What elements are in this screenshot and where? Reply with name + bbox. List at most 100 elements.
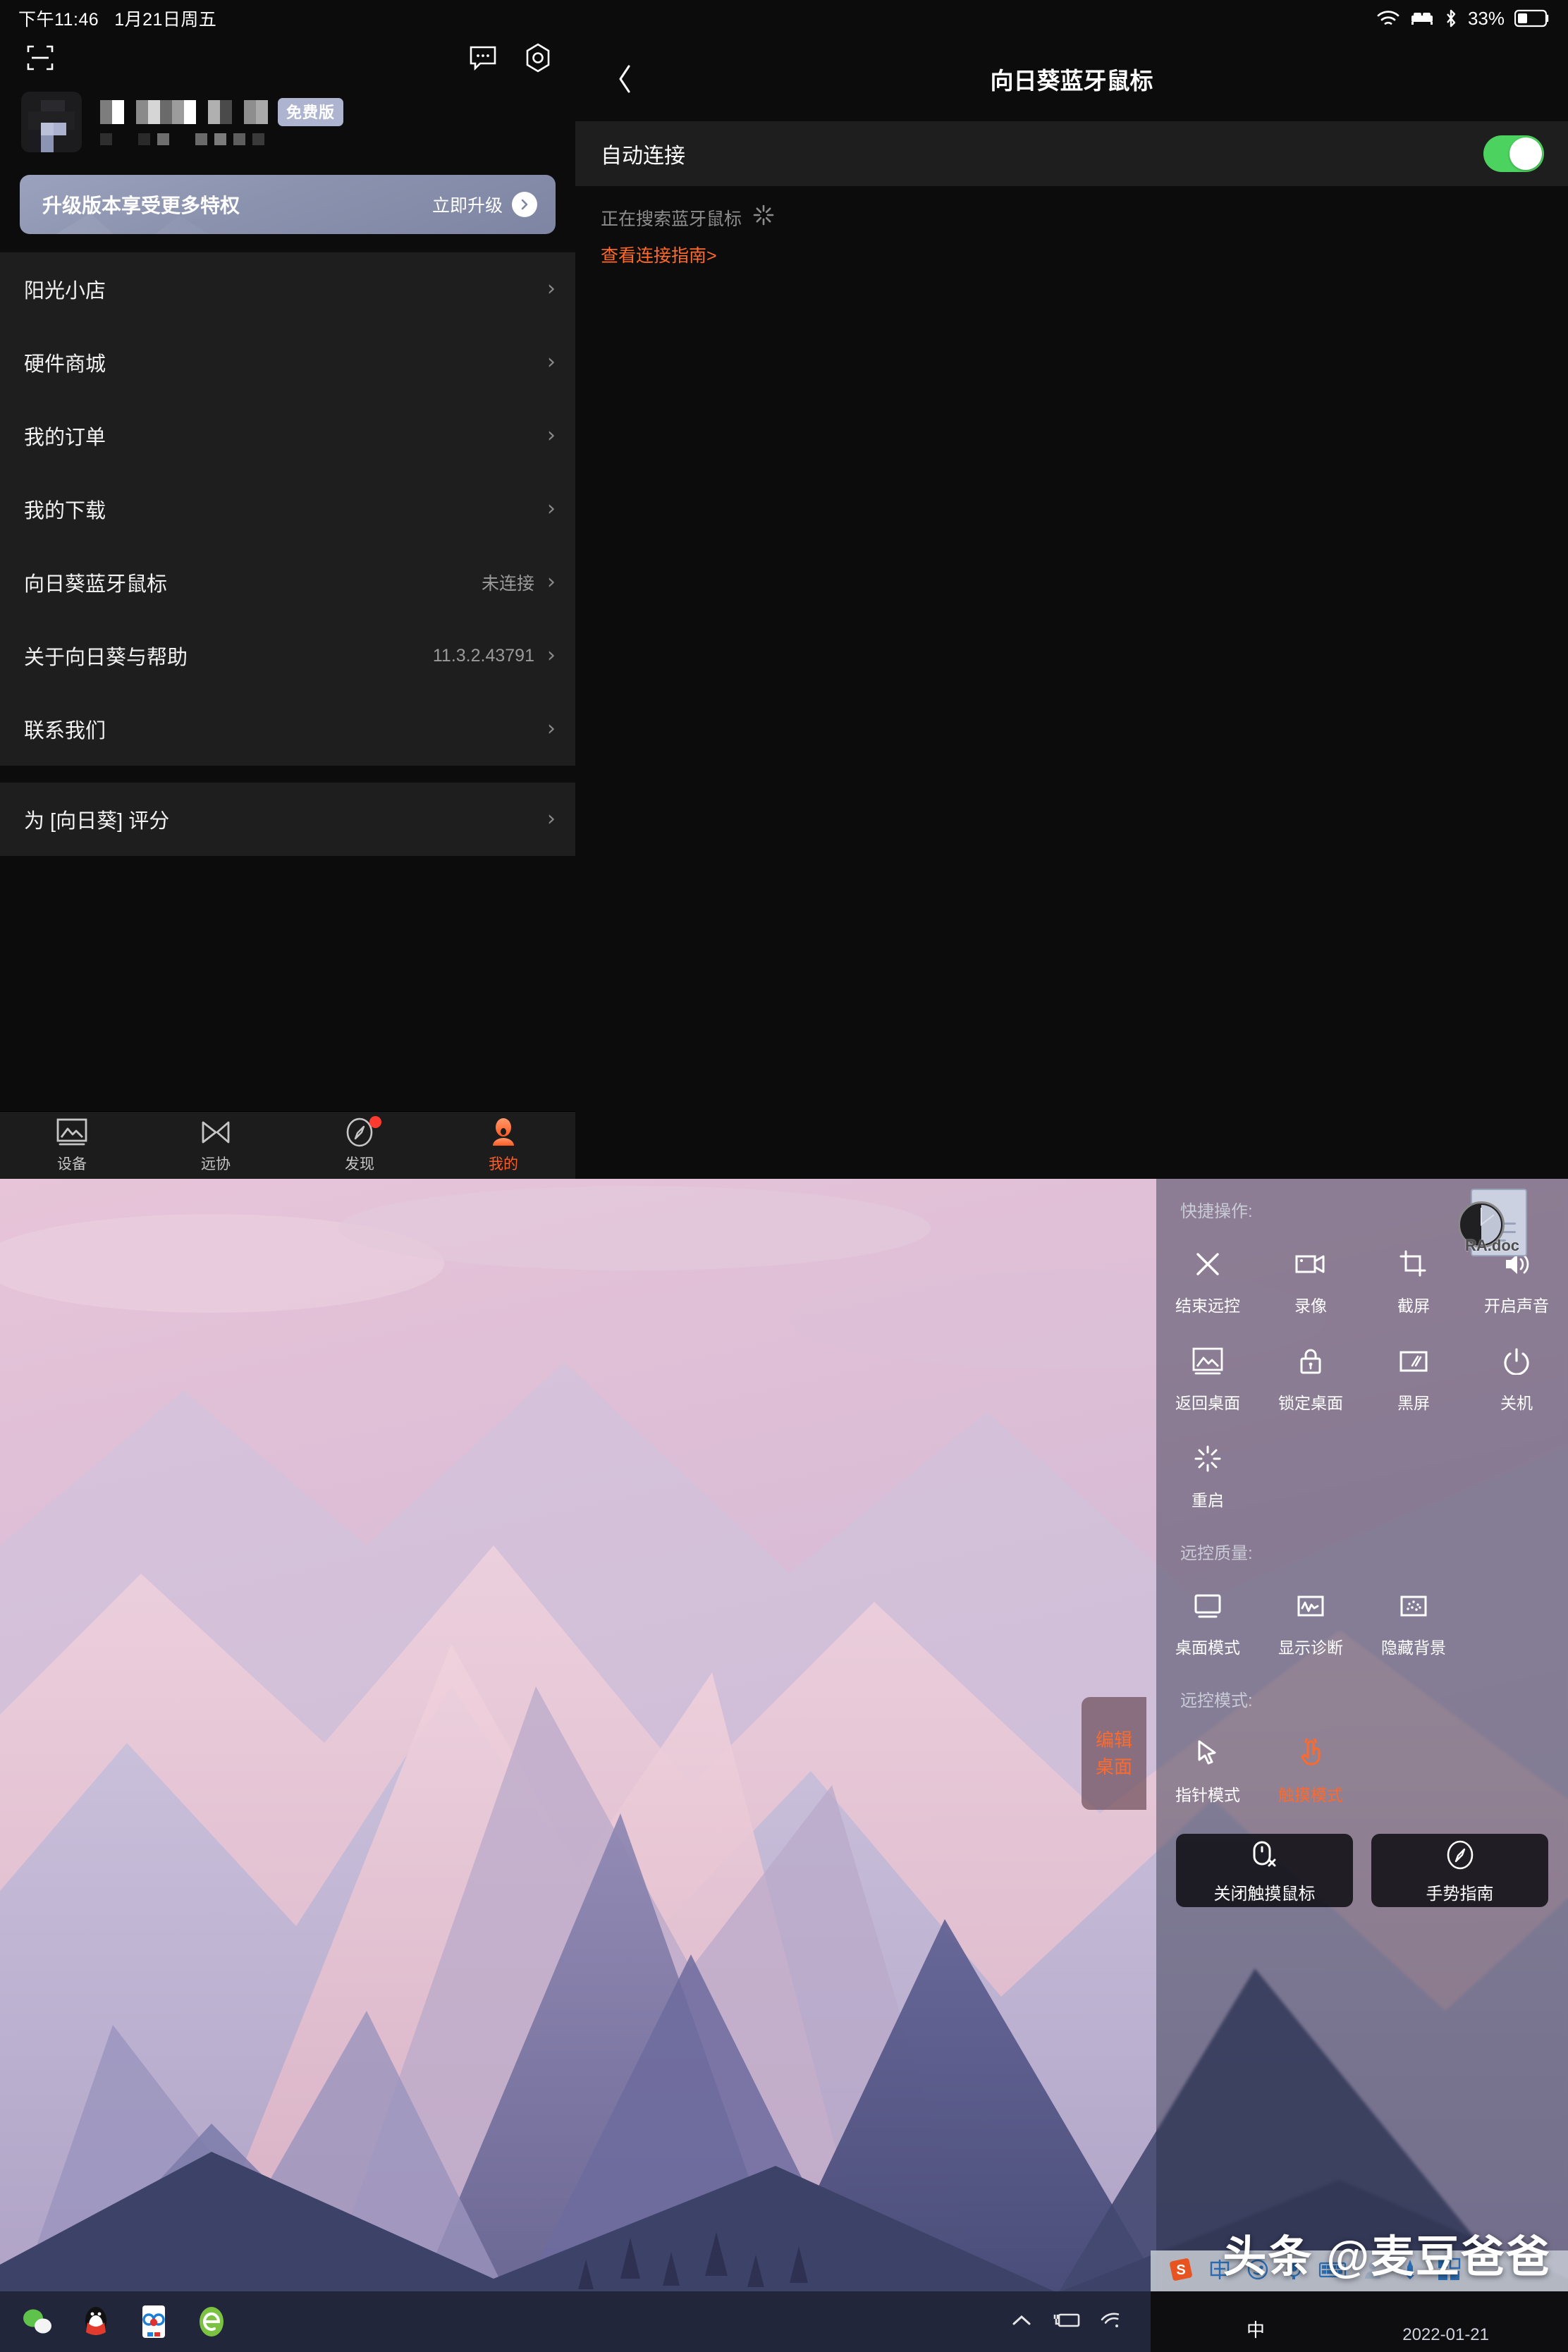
svg-text:S: S bbox=[1176, 2262, 1185, 2278]
sidebar-item-right: 11.3.2.43791 › bbox=[433, 645, 556, 666]
sidebar-item-label: 我的订单 bbox=[24, 427, 106, 449]
quality-option-0[interactable]: 桌面模式 bbox=[1156, 1576, 1259, 1674]
wifi-icon[interactable] bbox=[1100, 2311, 1122, 2333]
status-bar-right: 33% bbox=[1376, 8, 1550, 30]
waveform-icon bbox=[1297, 1588, 1324, 1624]
sidebar: 免费版 升级版本享受更多特权 立即升级 阳光小店 › 硬件商城 › 我的订单 ›… bbox=[0, 0, 575, 1179]
avatar[interactable] bbox=[21, 92, 82, 152]
chevron-left-icon[interactable] bbox=[604, 58, 646, 100]
tab-2[interactable]: 发现 bbox=[288, 1115, 431, 1174]
sidebar-item-menu_group_2-0[interactable]: 为 [向日葵] 评分 › bbox=[0, 783, 575, 856]
ebrowser-icon[interactable] bbox=[193, 2303, 230, 2340]
settings-hexagon-icon[interactable] bbox=[519, 39, 557, 77]
quick-action-1[interactable]: 录像 bbox=[1259, 1235, 1362, 1332]
power-icon bbox=[1504, 1343, 1529, 1380]
sidebar-item-right: › bbox=[547, 718, 556, 740]
quick-action-5[interactable]: 锁定桌面 bbox=[1259, 1332, 1362, 1429]
taskbar-date: 2022-01-21 bbox=[1402, 2325, 1489, 2344]
sidebar-item-menu_group_1-3[interactable]: 我的下载 › bbox=[0, 472, 575, 546]
sidebar-item-label: 为 [向日葵] 评分 bbox=[24, 810, 170, 833]
scan-icon[interactable] bbox=[21, 39, 59, 77]
upgrade-banner[interactable]: 升级版本享受更多特权 立即升级 bbox=[20, 175, 556, 234]
sidebar-item-menu_group_1-4[interactable]: 向日葵蓝牙鼠标 未连接 › bbox=[0, 546, 575, 619]
tab-1[interactable]: 远协 bbox=[144, 1117, 288, 1174]
sidebar-menu-group-2: 为 [向日葵] 评分 › bbox=[0, 783, 575, 856]
quick-action-label: 录像 bbox=[1294, 1297, 1327, 1315]
profile-section[interactable]: 免费版 bbox=[0, 79, 575, 171]
sidebar-item-right: 未连接 › bbox=[482, 570, 556, 595]
status-time: 下午11:46 bbox=[18, 10, 99, 30]
panel-button-1[interactable]: 手势指南 bbox=[1371, 1834, 1548, 1907]
sidebar-item-menu_group_1-2[interactable]: 我的订单 › bbox=[0, 399, 575, 472]
chevron-right-icon: › bbox=[547, 570, 556, 594]
restart-spinner-icon bbox=[1194, 1440, 1221, 1477]
sidebar-item-value: 11.3.2.43791 bbox=[432, 645, 534, 666]
wps-icon[interactable] bbox=[135, 2303, 172, 2340]
quick-action-label: 返回桌面 bbox=[1175, 1394, 1240, 1412]
mode-options-grid: 指针模式 触摸模式 bbox=[1156, 1724, 1568, 1821]
chevron-right-circle-icon bbox=[512, 192, 537, 217]
quality-option-label: 桌面模式 bbox=[1175, 1639, 1240, 1657]
sidebar-item-menu_group_1-0[interactable]: 阳光小店 › bbox=[0, 252, 575, 326]
chevron-right-icon: › bbox=[547, 276, 556, 301]
tab-3[interactable]: 我的 bbox=[431, 1117, 575, 1174]
qq-penguin-icon[interactable] bbox=[78, 2303, 114, 2340]
quality-option-2[interactable]: 隐藏背景 bbox=[1362, 1576, 1465, 1674]
compass-icon bbox=[1445, 1837, 1475, 1873]
edit-desktop-tab[interactable]: 编辑 桌面 bbox=[1082, 1697, 1146, 1810]
message-icon[interactable] bbox=[464, 39, 502, 77]
quick-action-label: 黑屏 bbox=[1397, 1394, 1430, 1412]
notification-badge bbox=[369, 1115, 381, 1128]
quick-action-2[interactable]: 截屏 bbox=[1362, 1235, 1465, 1332]
sidebar-toolbar-right bbox=[464, 39, 557, 77]
panel-buttons-row: 关闭触摸鼠标 手势指南 bbox=[1156, 1821, 1568, 1907]
loading-spinner-icon bbox=[753, 204, 774, 231]
sidebar-item-menu_group_1-6[interactable]: 联系我们 › bbox=[0, 692, 575, 766]
ime-indicator[interactable]: 中 bbox=[1247, 2316, 1265, 2342]
sidebar-item-menu_group_1-1[interactable]: 硬件商城 › bbox=[0, 326, 575, 399]
watermark: 头条 @麦豆爸爸 bbox=[1223, 2233, 1551, 2281]
mode-option-1[interactable]: 触摸模式 bbox=[1259, 1724, 1362, 1821]
auto-connect-label: 自动连接 bbox=[601, 145, 685, 168]
page-title: 向日葵蓝牙鼠标 bbox=[990, 68, 1153, 94]
remote-control-panel: 快捷操作: 结束远控 录像 截屏 开启声音 返回桌面 锁定桌面 黑屏 关机 重启… bbox=[1156, 1179, 1568, 2315]
mode-option-0[interactable]: 指针模式 bbox=[1156, 1724, 1259, 1821]
sidebar-item-menu_group_1-5[interactable]: 关于向日葵与帮助 11.3.2.43791 › bbox=[0, 619, 575, 692]
chevron-right-icon: › bbox=[547, 643, 556, 668]
quick-action-7[interactable]: 关机 bbox=[1465, 1332, 1568, 1429]
free-version-badge: 免费版 bbox=[278, 97, 344, 126]
sogou-s-icon[interactable]: S bbox=[1169, 2258, 1193, 2285]
searching-label: 正在搜索蓝牙鼠标 bbox=[601, 209, 742, 229]
sidebar-item-value: 未连接 bbox=[481, 574, 534, 594]
battery-plug-icon[interactable] bbox=[1051, 2311, 1082, 2333]
wechat-icon[interactable] bbox=[20, 2303, 56, 2340]
section-mode-label: 远控模式: bbox=[1180, 1691, 1253, 1710]
sidebar-item-right: › bbox=[547, 278, 556, 300]
upgrade-banner-cta[interactable]: 立即升级 bbox=[432, 192, 537, 217]
mouse-off-icon bbox=[1251, 1837, 1279, 1873]
bed-icon bbox=[1410, 10, 1434, 27]
lock-icon bbox=[1299, 1343, 1323, 1380]
tab-0[interactable]: 设备 bbox=[0, 1117, 144, 1174]
quick-action-8[interactable]: 重启 bbox=[1156, 1429, 1259, 1526]
panel-button-label: 手势指南 bbox=[1426, 1885, 1494, 1904]
connection-guide-link[interactable]: 查看连接指南> bbox=[575, 231, 1568, 267]
tab-label: 我的 bbox=[489, 1156, 518, 1172]
tab-label: 发现 bbox=[345, 1156, 374, 1172]
chevron-right-icon: › bbox=[547, 716, 556, 741]
hide-background-icon bbox=[1400, 1588, 1427, 1624]
quality-option-1[interactable]: 显示诊断 bbox=[1259, 1576, 1362, 1674]
username-mosaic bbox=[100, 99, 268, 124]
bottom-tab-bar: 设备 远协 发现 我的 bbox=[0, 1111, 575, 1179]
mode-option-label: 触摸模式 bbox=[1278, 1786, 1343, 1804]
quick-action-6[interactable]: 黑屏 bbox=[1362, 1332, 1465, 1429]
profile-text: 免费版 bbox=[100, 97, 554, 145]
quality-option-label: 显示诊断 bbox=[1278, 1639, 1343, 1657]
panel-button-0[interactable]: 关闭触摸鼠标 bbox=[1176, 1834, 1353, 1907]
auto-connect-row[interactable]: 自动连接 bbox=[575, 121, 1568, 186]
chevron-up-icon[interactable] bbox=[1011, 2313, 1032, 2331]
auto-connect-toggle[interactable] bbox=[1483, 135, 1544, 172]
tab-label: 设备 bbox=[57, 1156, 87, 1172]
quick-action-0[interactable]: 结束远控 bbox=[1156, 1235, 1259, 1332]
quick-action-4[interactable]: 返回桌面 bbox=[1156, 1332, 1259, 1429]
